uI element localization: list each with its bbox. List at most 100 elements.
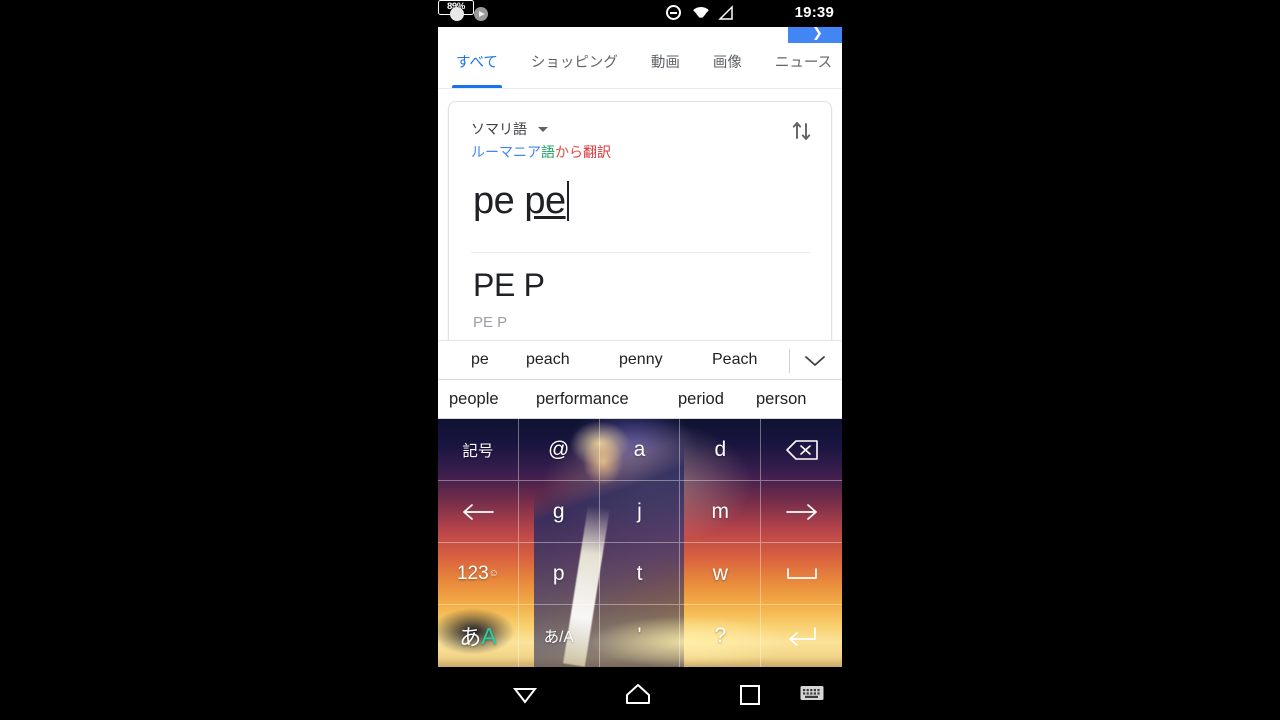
key-label-active: A [481,622,497,649]
key-m[interactable]: m [680,481,762,543]
source-text-committed: pe [473,180,525,222]
cell-signal-icon [718,5,734,21]
suggestion-item[interactable]: people [449,390,499,409]
home-icon [626,684,650,704]
translate-from-part4: 翻訳 [583,144,611,160]
key-enter[interactable] [761,605,842,667]
nav-home-button[interactable] [621,679,655,709]
key-a[interactable]: a [599,419,681,481]
back-down-triangle-icon [512,688,538,704]
source-text[interactable]: pe pe [473,180,569,223]
key-label: d [714,437,727,461]
tab-news[interactable]: ニュース [775,43,832,88]
key-t[interactable]: t [599,543,681,605]
suggestion-item[interactable]: peach [526,351,570,369]
suggestion-strip-primary: pe peach penny Peach [438,340,842,380]
language-selector[interactable]: ソマリ語 [471,119,549,139]
suggestion-item[interactable]: person [756,390,806,409]
key-label: あ [459,625,482,650]
translate-from-label[interactable]: ルーマニア語から翻訳 [471,142,611,162]
search-tabs: すべて ショッピング 動画 画像 ニュース [438,43,842,89]
key-label: m [711,499,730,523]
wifi-icon [692,5,710,21]
translate-from-part2: 語 [541,144,555,160]
space-icon [786,567,817,579]
status-bar-clock: 19:39 [794,4,834,21]
key-language-toggle[interactable]: あA [438,605,519,667]
translate-from-part3: から [555,144,583,160]
key-apostrophe[interactable]: ' [600,605,681,667]
do-not-disturb-icon [666,5,681,20]
key-w[interactable]: w [680,543,762,605]
source-text-composing: pe [524,180,566,222]
on-screen-keyboard: 記号 @ a d g j m 123 ☺ p t w あ A あ/A ' ? [438,419,842,667]
key-question[interactable]: ? [680,605,762,667]
tab-shopping[interactable]: ショッピング [531,43,618,88]
key-arrow-left[interactable] [438,481,519,543]
keyboard-switch-icon [800,686,824,700]
status-bar: 89% 19:39 [438,0,842,27]
key-space[interactable] [761,543,842,605]
chevron-down-icon [538,127,549,132]
nav-back-button[interactable] [508,679,542,709]
suggestion-item[interactable]: performance [536,390,629,409]
key-label: @ [548,437,570,461]
card-divider [471,252,811,253]
key-label: 123 [456,562,489,584]
key-label: t [636,561,643,585]
search-submit-button[interactable]: ❯ [788,25,842,43]
keyboard-grid: 記号 @ a d g j m 123 ☺ p t w あ A あ/A ' ? [438,419,842,667]
translation-result: PE P [473,267,545,303]
nav-keyboard-switch-button[interactable] [800,684,824,702]
recents-square-icon [740,685,760,705]
key-j[interactable]: j [599,481,681,543]
key-label: j [637,499,642,523]
key-g[interactable]: g [518,481,600,543]
key-symbols[interactable]: 記号 [438,419,519,481]
key-d[interactable]: d [680,419,762,481]
transliteration: PE P [473,314,508,331]
key-label: p [552,561,565,585]
key-label: ' [637,624,642,647]
nav-recents-button[interactable] [733,679,767,709]
translate-from-part1: ルーマニア [471,144,541,160]
circle-notification-icon [450,7,464,21]
suggestion-item[interactable]: pe [471,351,489,369]
text-caret [566,181,569,221]
translate-card: ソマリ語 ルーマニア語から翻訳 pe pe PE P PE P [448,101,832,369]
key-arrow-right[interactable] [761,481,842,543]
search-submit-icon: ❯ [812,25,823,40]
tab-images[interactable]: 画像 [713,43,742,88]
key-kana-alpha[interactable]: あ/A [519,605,600,667]
browser-page: ❯ すべて ショッピング 動画 画像 ニュース ソマリ語 ルーマニア語から翻訳 [438,25,842,381]
phone-screen: 89% 19:39 ❯ すべて ショッピング 動画 画像 ニュース ソマリ語 [438,0,842,720]
expand-suggestions-button[interactable] [804,355,826,367]
suggestion-item[interactable]: period [678,390,724,409]
key-label: あ/A [543,629,574,646]
key-label: ? [714,624,727,647]
language-name: ソマリ語 [471,121,527,137]
suggestion-item[interactable]: penny [619,351,663,369]
key-label: g [552,499,565,523]
swap-languages-button[interactable] [789,116,815,146]
key-p[interactable]: p [518,543,600,605]
system-navigation-bar [438,667,842,720]
tab-all[interactable]: すべて [452,43,502,88]
enter-icon [788,627,816,646]
key-label: a [633,437,646,461]
tab-videos[interactable]: 動画 [651,43,680,88]
play-notification-icon [474,7,488,21]
emoji-icon: ☺ [488,568,499,579]
arrow-right-icon [785,503,817,520]
suggestion-divider [789,349,790,373]
arrow-left-icon [463,503,494,520]
key-label: w [712,561,728,585]
key-numbers[interactable]: 123 ☺ [438,543,519,605]
key-backspace[interactable] [761,419,842,481]
screen-root: 89% 19:39 ❯ すべて ショッピング 動画 画像 ニュース ソマリ語 [0,0,1280,720]
key-at[interactable]: @ [518,419,600,481]
suggestion-item[interactable]: Peach [712,351,757,369]
backspace-icon [785,439,818,460]
suggestion-strip-secondary: people performance period person [438,381,842,419]
key-label: 記号 [462,442,494,460]
